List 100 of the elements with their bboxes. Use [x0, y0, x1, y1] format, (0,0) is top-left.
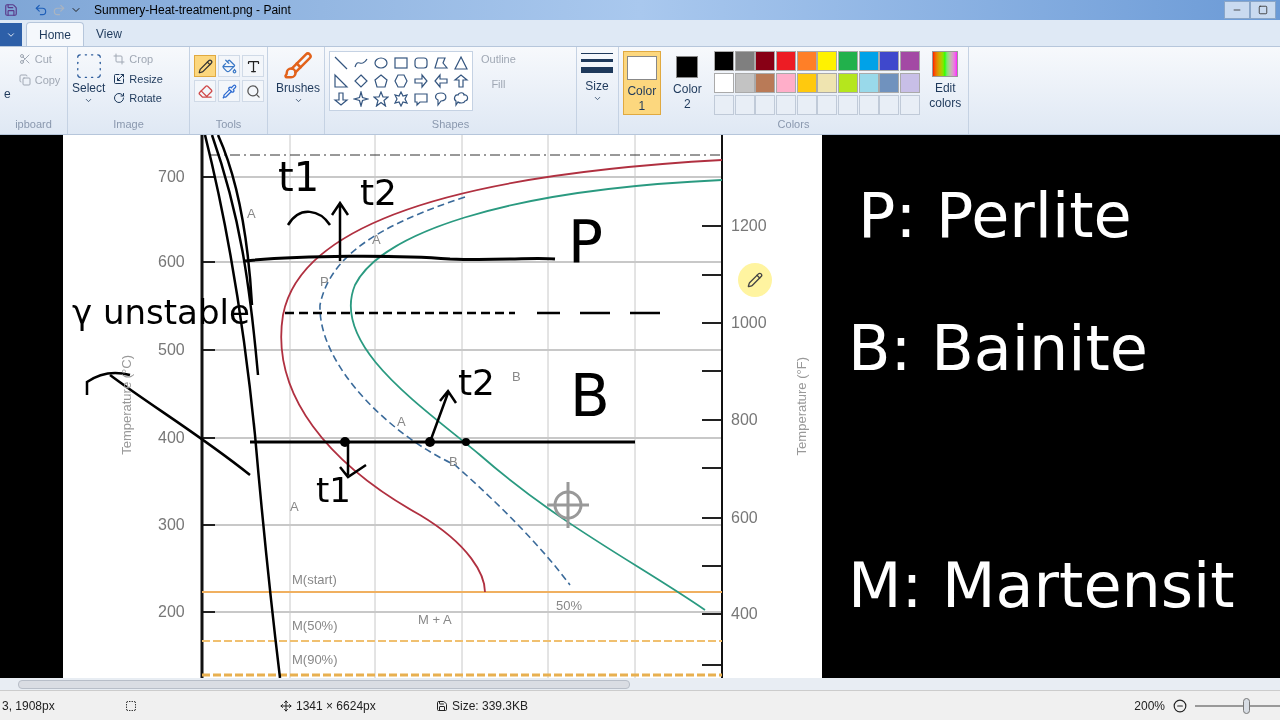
- group-label: Shapes: [431, 119, 470, 132]
- restore-button[interactable]: [1250, 1, 1276, 19]
- tool-button[interactable]: [194, 55, 216, 77]
- color-spectrum-icon: [932, 51, 959, 77]
- undo-icon[interactable]: [34, 3, 48, 17]
- axis-title: Temperature (°C): [118, 355, 135, 455]
- zoom-out-icon[interactable]: [1173, 698, 1187, 713]
- edit-colors-button[interactable]: Edit colors: [926, 51, 964, 115]
- palette-color[interactable]: [879, 73, 900, 93]
- left-arrow-shape-icon[interactable]: [433, 73, 449, 89]
- tool-button[interactable]: [242, 80, 264, 102]
- palette-color[interactable]: [817, 51, 838, 71]
- tool-button[interactable]: [242, 55, 264, 77]
- axis-tick-label: 300: [158, 517, 185, 533]
- handwritten-text: t1: [278, 157, 320, 197]
- axis-tick-label: 200: [158, 604, 185, 620]
- palette-color[interactable]: [776, 73, 797, 93]
- palette-color[interactable]: [755, 51, 776, 71]
- four-point-star-shape-icon[interactable]: [353, 91, 369, 107]
- palette-color[interactable]: [796, 73, 817, 93]
- pencil-icon: [197, 58, 213, 74]
- cloud-callout-shape-icon[interactable]: [453, 91, 469, 107]
- palette-color[interactable]: [734, 51, 755, 71]
- letter-icon: [245, 58, 261, 74]
- caret-icon: [293, 96, 303, 105]
- diagram-label: M + A: [418, 613, 452, 626]
- hexagon-shape-icon[interactable]: [393, 73, 409, 89]
- palette-color[interactable]: [714, 73, 735, 93]
- palette-color[interactable]: [838, 51, 858, 71]
- handwritten-text: B: [570, 367, 610, 425]
- cursor-position: 3, 1908px: [2, 697, 56, 715]
- rectangle-callout-shape-icon[interactable]: [413, 91, 429, 107]
- diagram-label: B: [512, 370, 521, 383]
- copy-icon: [18, 73, 31, 86]
- group-label: Image: [113, 119, 144, 132]
- palette-color[interactable]: [899, 73, 920, 93]
- rounded-rectangle-shape-icon[interactable]: [413, 55, 429, 71]
- image-button[interactable]: Resize: [113, 70, 163, 87]
- right-arrow-shape-icon[interactable]: [413, 73, 429, 89]
- oval-shape-icon[interactable]: [373, 55, 389, 71]
- file-size-icon: [436, 699, 448, 712]
- select-button[interactable]: Select: [72, 51, 106, 107]
- diamond-shape-icon[interactable]: [353, 73, 369, 89]
- save-icon[interactable]: [4, 3, 18, 17]
- down-arrow-shape-icon[interactable]: [333, 91, 349, 107]
- triangle-shape-icon[interactable]: [453, 55, 469, 71]
- handwritten-text: t2: [458, 365, 496, 401]
- palette-color[interactable]: [755, 73, 776, 93]
- diagram-label: A: [247, 207, 256, 220]
- axis-tick-label: 1200: [731, 218, 767, 234]
- color-well[interactable]: Color 1: [623, 51, 661, 115]
- line-shape-icon[interactable]: [333, 55, 349, 71]
- zoom-level: 200%: [1134, 697, 1165, 715]
- pentagon-shape-icon[interactable]: [373, 73, 389, 89]
- paste-label[interactable]: e: [4, 85, 11, 103]
- eraser-icon: [197, 83, 213, 99]
- image-button[interactable]: Rotate: [113, 90, 163, 107]
- polygon-shape-icon[interactable]: [433, 55, 449, 71]
- zoom-slider-thumb[interactable]: [1243, 697, 1250, 714]
- rotate-icon: [113, 92, 126, 105]
- palette-color[interactable]: [879, 51, 900, 71]
- axis-tick-label: 600: [158, 254, 185, 270]
- axis-tick-label: 800: [731, 412, 758, 428]
- resize-icon: [113, 72, 126, 85]
- palette-color[interactable]: [899, 51, 920, 71]
- diagram-label: M(start): [292, 573, 337, 586]
- brushes-button[interactable]: Brushes: [276, 51, 321, 105]
- caret-icon: [592, 94, 602, 103]
- ribbon-tab[interactable]: Home: [26, 22, 84, 46]
- axis-tick-label: 400: [158, 430, 185, 446]
- oval-callout-shape-icon[interactable]: [433, 91, 449, 107]
- six-point-star-shape-icon[interactable]: [393, 91, 409, 107]
- handwritten-text: t2: [360, 175, 398, 211]
- palette-color[interactable]: [776, 51, 797, 71]
- palette-color[interactable]: [817, 73, 838, 93]
- caret-icon: [84, 96, 94, 105]
- zoom-slider[interactable]: [1195, 697, 1280, 714]
- axis-tick-label: 700: [158, 169, 185, 185]
- ribbon-tab[interactable]: View: [84, 22, 134, 46]
- brush-icon: [283, 51, 313, 81]
- paint-bucket-icon: [221, 58, 237, 74]
- axis-tick-label: 1000: [731, 315, 767, 331]
- diagram-label: M(90%): [292, 653, 338, 666]
- axis-tick-label: 500: [158, 342, 185, 358]
- minimize-button[interactable]: [1224, 1, 1250, 19]
- palette-color[interactable]: [858, 51, 879, 71]
- color-well[interactable]: Color 2: [668, 51, 707, 115]
- right-triangle-shape-icon[interactable]: [333, 73, 349, 89]
- scissors-icon: [18, 53, 31, 66]
- palette-color[interactable]: [858, 73, 879, 93]
- five-point-star-shape-icon[interactable]: [373, 91, 389, 107]
- palette-color[interactable]: [714, 51, 735, 71]
- diagram-label: B: [449, 455, 458, 468]
- palette-color[interactable]: [734, 73, 755, 93]
- up-arrow-shape-icon[interactable]: [453, 73, 469, 89]
- size-button[interactable]: Size: [581, 51, 613, 103]
- axis-title: Temperature (°F): [793, 357, 810, 456]
- horizontal-scrollbar-thumb[interactable]: [18, 679, 630, 689]
- palette-color[interactable]: [838, 73, 858, 93]
- palette-color[interactable]: [796, 51, 817, 71]
